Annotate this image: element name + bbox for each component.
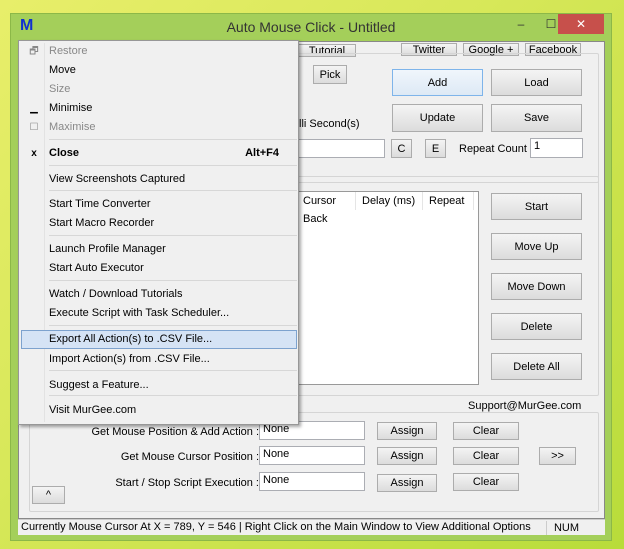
menu-item-label: Visit MurGee.com [49, 404, 137, 416]
menu-item-label: Start Time Converter [49, 198, 151, 210]
delete-all-button[interactable]: Delete All [491, 353, 582, 380]
menu-item-label: Start Macro Recorder [49, 217, 155, 229]
menu-separator [49, 165, 297, 166]
menu-item-label: Move [49, 64, 76, 76]
menu-item: ☐ Maximise [21, 118, 297, 137]
update-button[interactable]: Update [392, 104, 483, 132]
load-button[interactable]: Load [491, 69, 582, 96]
menu-item-label: Import Action(s) from .CSV File... [49, 353, 210, 365]
move-up-button[interactable]: Move Up [491, 233, 582, 260]
menu-item[interactable]: Start Macro Recorder [21, 214, 297, 233]
menu-item[interactable]: Suggest a Feature... [21, 376, 297, 395]
e-button[interactable]: E [425, 139, 446, 158]
actions-table[interactable]: Cursor Back Delay (ms) Repeat [279, 191, 479, 385]
menu-item-label: Minimise [49, 102, 93, 114]
menu-separator [49, 325, 297, 326]
menu-item[interactable]: Export All Action(s) to .CSV File... [21, 330, 297, 349]
menu-item-label: Export All Action(s) to .CSV File... [49, 333, 213, 345]
delay-unit-label: lli Second(s) [299, 118, 360, 130]
menu-item: Size [21, 80, 297, 99]
menu-item[interactable]: View Screenshots Captured [21, 170, 297, 189]
clear-button[interactable]: Clear [453, 447, 519, 465]
add-button[interactable]: Add [392, 69, 483, 96]
more-button[interactable]: >> [539, 447, 576, 465]
menu-item[interactable]: Start Auto Executor [21, 259, 297, 278]
menu-item[interactable]: ▁ Minimise [21, 99, 297, 118]
menu-item[interactable]: Execute Script with Task Scheduler... [21, 304, 297, 323]
menu-separator [49, 190, 297, 191]
start-button[interactable]: Start [491, 193, 582, 220]
menu-item[interactable]: Watch / Download Tutorials [21, 285, 297, 304]
assign-button[interactable]: Assign [377, 447, 437, 465]
menu-item[interactable]: Start Time Converter [21, 195, 297, 214]
clear-button[interactable]: Clear [453, 422, 519, 440]
hotkey-input[interactable]: None [259, 446, 365, 465]
menu-item-label: Execute Script with Task Scheduler... [49, 307, 230, 319]
menu-item-label: Watch / Download Tutorials [49, 288, 183, 300]
clear-button[interactable]: Clear [453, 473, 519, 491]
hotkey-input[interactable]: None [259, 472, 365, 491]
menu-separator [49, 235, 297, 236]
repeat-count-input[interactable]: 1 [530, 138, 583, 158]
assign-button[interactable]: Assign [377, 474, 437, 492]
minimize-button[interactable]: – [507, 14, 535, 34]
system-menu: 🗗 Restore Move Size ▁ Minimise ☐ Maximise x Close… [18, 40, 299, 425]
minimise-icon: ▁ [30, 103, 38, 114]
column-header[interactable]: Delay (ms) [357, 192, 423, 210]
menu-item-label: Suggest a Feature... [49, 379, 149, 391]
menu-item[interactable]: Import Action(s) from .CSV File... [21, 350, 297, 369]
close-button[interactable]: ✕ [558, 14, 604, 34]
menu-item-label: Start Auto Executor [49, 262, 144, 274]
hotkey-label: Get Mouse Position & Add Action : [91, 426, 259, 438]
column-header[interactable]: Cursor Back [298, 192, 356, 225]
menu-item[interactable]: x Close Alt+F4 [21, 144, 297, 163]
menu-item-label: Maximise [49, 121, 96, 133]
menu-item[interactable]: Visit MurGee.com [21, 401, 297, 420]
column-header[interactable]: Repeat [424, 192, 474, 210]
status-bar: Currently Mouse Cursor At X = 789, Y = 5… [18, 519, 605, 535]
maximise-icon: ☐ [29, 122, 39, 133]
c-button[interactable]: C [391, 139, 412, 158]
repeat-count-label: Repeat Count : [459, 143, 533, 155]
restore-icon: 🗗 [29, 46, 39, 57]
menu-item[interactable]: Move [21, 61, 297, 80]
pick-button[interactable]: Pick [313, 65, 347, 84]
menu-separator [49, 139, 297, 140]
app-logo-icon[interactable]: M [20, 17, 33, 35]
save-button[interactable]: Save [491, 104, 582, 132]
support-email-link[interactable]: Support@MurGee.com [466, 400, 584, 412]
menu-item-label: Restore [49, 45, 88, 57]
num-lock-indicator: NUM [546, 521, 586, 535]
move-down-button[interactable]: Move Down [491, 273, 582, 300]
menu-item-label: Close [49, 147, 79, 159]
menu-separator [49, 280, 297, 281]
collapse-button[interactable]: ^ [32, 486, 65, 504]
close-icon: x [31, 148, 37, 159]
menu-item: 🗗 Restore [21, 42, 297, 61]
menu-item-label: Launch Profile Manager [49, 243, 166, 255]
hotkey-label: Get Mouse Cursor Position : [120, 451, 259, 463]
menu-item-label: View Screenshots Captured [49, 173, 186, 185]
menu-separator [49, 395, 297, 396]
menu-item[interactable]: Launch Profile Manager [21, 240, 297, 259]
menu-shortcut: Alt+F4 [245, 147, 279, 159]
menu-separator [49, 370, 297, 371]
delay-input[interactable] [289, 139, 385, 158]
status-text: Currently Mouse Cursor At X = 789, Y = 5… [21, 521, 531, 533]
delete-button[interactable]: Delete [491, 313, 582, 340]
assign-button[interactable]: Assign [377, 422, 437, 440]
menu-item-label: Size [49, 83, 71, 95]
